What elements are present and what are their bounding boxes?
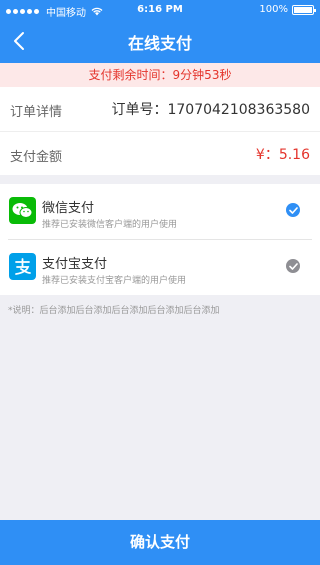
status-right: 100% <box>259 4 316 15</box>
payment-desc: 推荐已安装微信客户端的用户使用 <box>42 220 178 230</box>
check-unselected-icon[interactable] <box>286 259 300 273</box>
confirm-pay-button[interactable]: 确认支付 <box>0 520 320 565</box>
payment-desc: 推荐已安装支付宝客户端的用户使用 <box>42 276 187 286</box>
payment-option-alipay[interactable]: 支付宝支付 推荐已安装支付宝客户端的用户使用 <box>0 240 320 295</box>
payment-name: 支付宝支付 <box>42 257 108 272</box>
navigation-bar: 在线支付 <box>0 20 320 63</box>
payment-option-wechat[interactable]: 微信支付 推荐已安装微信客户端的用户使用 <box>0 184 320 239</box>
amount-label: 支付金额 <box>10 150 63 165</box>
payment-methods-section: 微信支付 推荐已安装微信客户端的用户使用 支付宝支付 推荐已安装支付宝客户端的用… <box>0 184 320 295</box>
payment-name: 微信支付 <box>42 201 95 216</box>
page-title: 在线支付 <box>127 34 192 53</box>
amount-value: ¥：5.16 <box>255 147 310 163</box>
alipay-icon <box>9 253 36 280</box>
countdown-banner: 支付剩余时间：9分钟53秒 <box>0 63 320 87</box>
order-detail-row: 订单详情 订单号：1707042108363580 <box>0 87 320 131</box>
amount-row: 支付金额 ¥：5.16 <box>0 131 320 176</box>
top-bar: 中国移动 6:16 PM 100% 在线支付 <box>0 0 320 63</box>
battery-percent: 100% <box>259 4 288 15</box>
order-detail-label: 订单详情 <box>10 105 63 120</box>
order-number: 订单号：1707042108363580 <box>111 102 310 118</box>
battery-icon <box>292 4 316 15</box>
wechat-pay-icon <box>9 197 36 224</box>
status-bar: 中国移动 6:16 PM 100% <box>0 0 320 20</box>
check-selected-icon[interactable] <box>286 203 300 217</box>
note-text: *说明：后台添加后台添加后台添加后台添加后台添加 <box>8 306 220 316</box>
order-info-section: 订单详情 订单号：1707042108363580 支付金额 ¥：5.16 <box>0 87 320 175</box>
